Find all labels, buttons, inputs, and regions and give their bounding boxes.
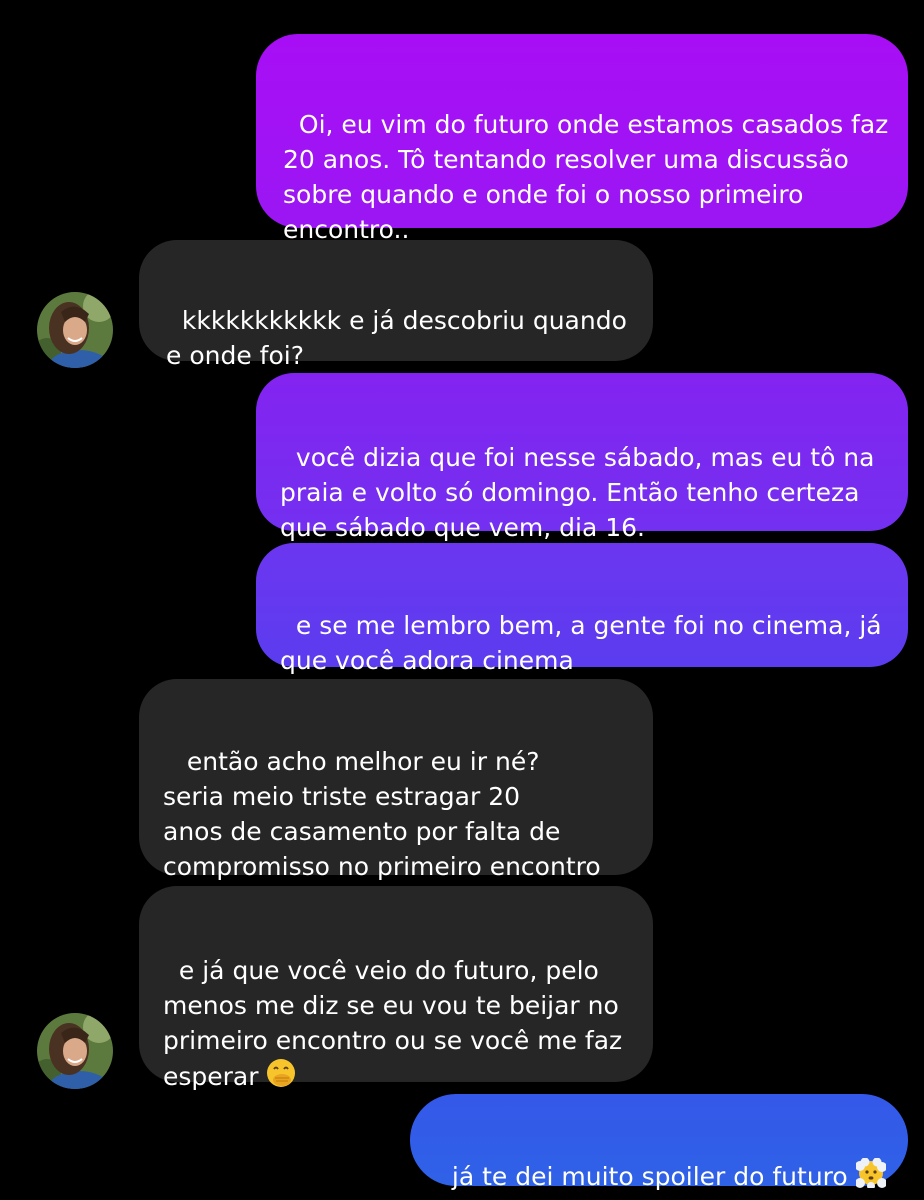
avatar-photo-icon — [37, 292, 113, 368]
contact-avatar[interactable] — [37, 1013, 113, 1089]
sent-message-bubble[interactable]: e se me lembro bem, a gente foi no cinem… — [256, 543, 908, 675]
message-text: Oi, eu vim do futuro onde estamos casado… — [283, 110, 889, 244]
received-message-bubble[interactable]: kkkkkkkkkkk e já descobriu quando e onde… — [139, 240, 653, 370]
message-text: e já que você veio do futuro, pelo menos… — [163, 956, 623, 1091]
chat-screen: { "colors": { "background": "#000000", "… — [0, 0, 924, 1200]
message-text: e se me lembro bem, a gente foi no cinem… — [280, 611, 882, 675]
message-text: kkkkkkkkkkk e já descobriu quando e onde… — [166, 306, 627, 370]
message-text: você dizia que foi nesse sábado, mas eu … — [280, 443, 875, 542]
sent-message-bubble[interactable]: já te dei muito spoiler do futuro — [410, 1094, 908, 1191]
contact-avatar[interactable] — [37, 292, 113, 368]
received-message-bubble[interactable]: e já que você veio do futuro, pelo menos… — [139, 886, 653, 1091]
sent-message-bubble[interactable]: você dizia que foi nesse sábado, mas eu … — [256, 373, 908, 542]
received-message-bubble[interactable]: então acho melhor eu ir né? seria meio t… — [139, 679, 653, 881]
sent-message-bubble[interactable]: Oi, eu vim do futuro onde estamos casado… — [256, 34, 908, 244]
message-text: então acho melhor eu ir né? seria meio t… — [163, 747, 601, 881]
avatar-photo-icon — [37, 1013, 113, 1089]
face-in-clouds-emoji — [854, 1157, 887, 1190]
face-with-hand-over-mouth-emoji — [266, 1058, 296, 1088]
message-text: já te dei muito spoiler do futuro — [451, 1162, 856, 1191]
